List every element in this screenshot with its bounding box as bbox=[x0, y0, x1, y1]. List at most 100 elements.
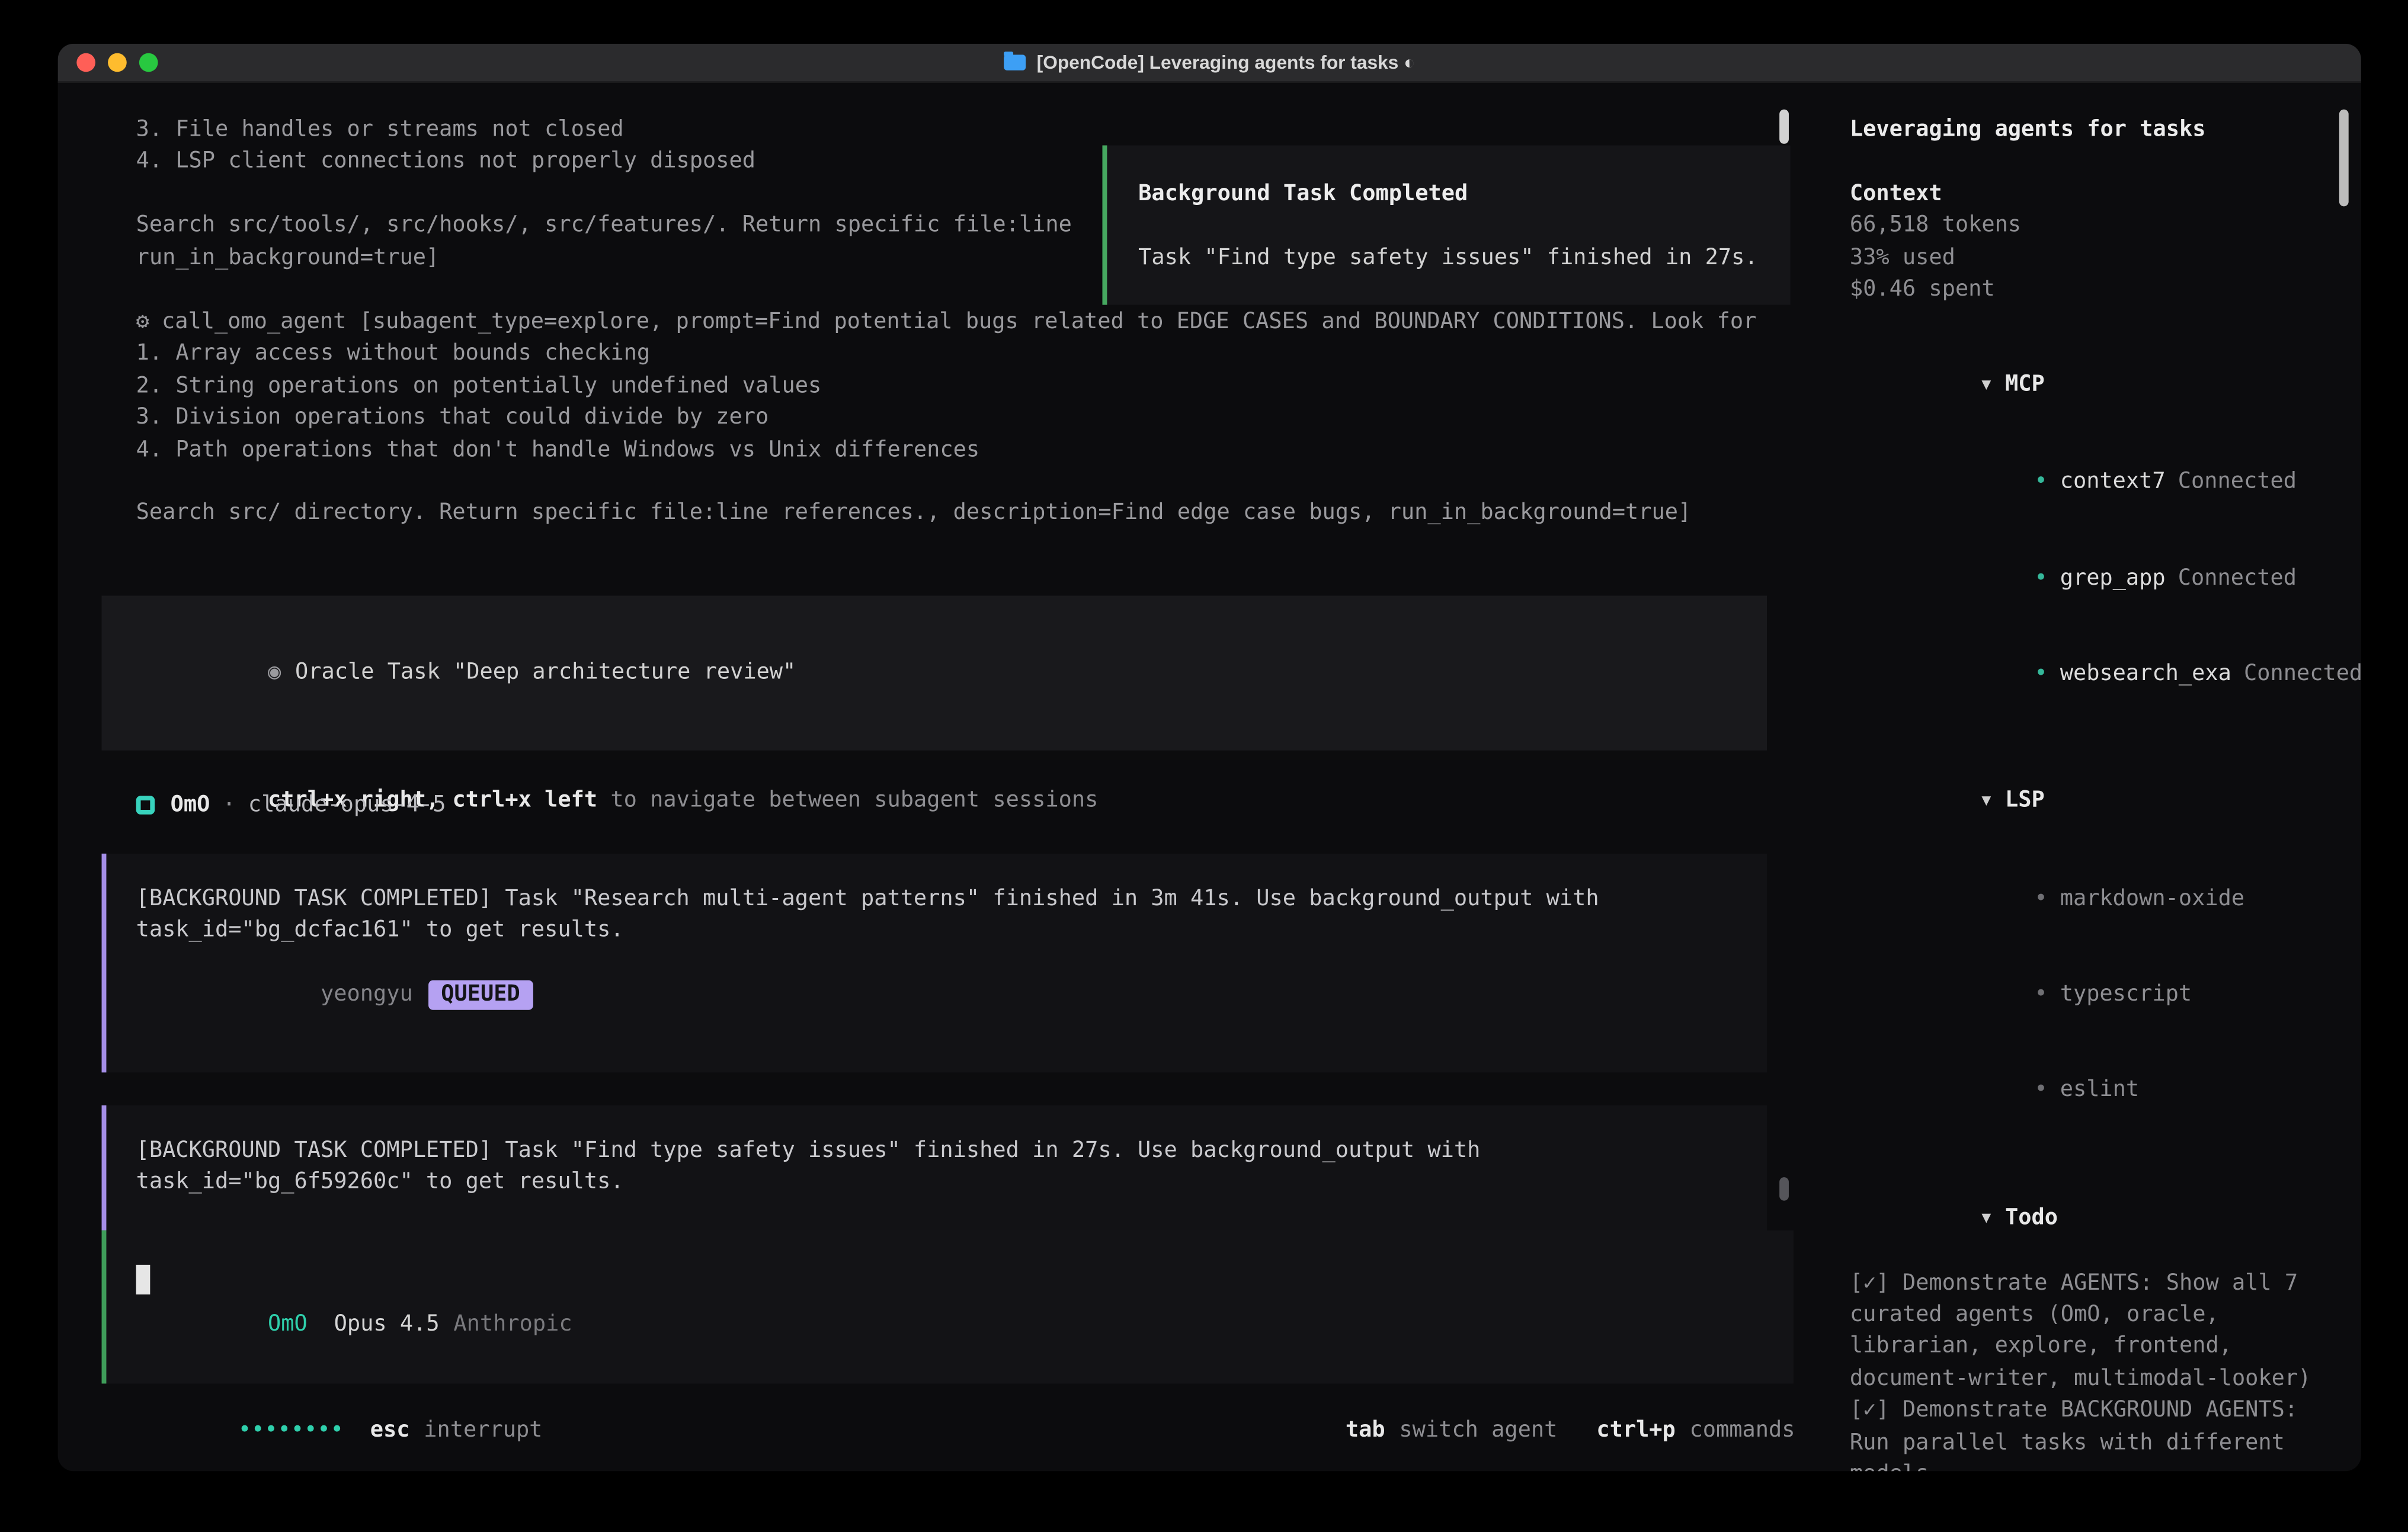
window-title-text: [OpenCode] Leveraging agents for tasks ◐ bbox=[1037, 52, 1416, 73]
tab-key: tab bbox=[1346, 1418, 1385, 1443]
toast-body: Task "Find type safety issues" finished … bbox=[1138, 242, 1790, 274]
todo-line: Run parallel tasks with different bbox=[1850, 1427, 2344, 1459]
mcp-name: context7 bbox=[2060, 470, 2166, 495]
transcript-line: 4. Path operations that don't handle Win… bbox=[136, 434, 1757, 466]
bullet-icon: • bbox=[2034, 982, 2047, 1007]
spinner-icon: •••••••• bbox=[238, 1418, 344, 1443]
main-scrollbar-thumb-secondary[interactable] bbox=[1779, 1177, 1789, 1201]
agent-header: OmO · claude-opus-4-5 bbox=[136, 790, 446, 822]
input-model: Opus 4.5 bbox=[334, 1312, 440, 1337]
message-meta: yeongyu QUEUED bbox=[136, 947, 1767, 1043]
todo-section-header[interactable]: ▼ Todo bbox=[1850, 1170, 2344, 1267]
todo-line: librarian, explore, frontend, bbox=[1850, 1331, 2344, 1363]
input-provider: Anthropic bbox=[453, 1312, 572, 1337]
mcp-section-header[interactable]: ▼MCP bbox=[1850, 338, 2344, 435]
todo-list: [✓] Demonstrate AGENTS: Show all 7curate… bbox=[1850, 1267, 2344, 1471]
sidebar-spacer bbox=[1850, 306, 2344, 338]
transcript-line: 3. Division operations that could divide… bbox=[136, 402, 1757, 434]
transcript-line bbox=[136, 466, 1757, 498]
lsp-list: • markdown-oxide • typescript • eslint bbox=[1850, 851, 2344, 1138]
esc-label: interrupt bbox=[424, 1418, 542, 1443]
lsp-item: • eslint bbox=[1850, 1042, 2344, 1138]
todo-heading: Todo bbox=[2005, 1205, 2058, 1230]
collapse-triangle-icon: ▼ bbox=[1981, 1210, 1991, 1227]
todo-line: [✓] Demonstrate AGENTS: Show all 7 bbox=[1850, 1267, 2344, 1299]
tab-label: switch agent bbox=[1399, 1418, 1557, 1443]
mcp-list: • context7 Connected • grep_app Connected • w… bbox=[1850, 435, 2344, 722]
toast-title: Background Task Completed bbox=[1138, 178, 1790, 210]
minimize-button[interactable] bbox=[108, 53, 127, 72]
session-title: Leveraging agents for tasks bbox=[1850, 114, 2344, 146]
lsp-name: markdown-oxide bbox=[2060, 886, 2244, 911]
mcp-item: • grep_app Connected bbox=[1850, 530, 2344, 626]
oracle-spacer bbox=[136, 721, 1767, 753]
agent-icon bbox=[136, 796, 155, 815]
close-button[interactable] bbox=[76, 53, 95, 72]
background-task-toast[interactable]: Background Task Completed Task "Find typ… bbox=[1102, 145, 1790, 305]
transcript-line: 4. LSP client connections not properly d… bbox=[136, 146, 1072, 178]
message-author: yeongyu bbox=[321, 982, 413, 1007]
todo-line: [✓] Demonstrate BACKGROUND AGENTS: bbox=[1850, 1395, 2344, 1427]
lsp-item: • markdown-oxide bbox=[1850, 851, 2344, 947]
context-stat: $0.46 spent bbox=[1850, 274, 2344, 306]
bullet-icon: • bbox=[2034, 886, 2047, 911]
toast-spacer bbox=[1138, 210, 1790, 242]
gear-icon: ⚙ bbox=[136, 310, 149, 335]
mcp-status: Connected bbox=[2178, 565, 2297, 590]
oracle-task-title: Oracle Task "Deep architecture review" bbox=[295, 661, 796, 685]
lsp-name: typescript bbox=[2060, 982, 2192, 1007]
separator-dot: · bbox=[223, 793, 236, 818]
lsp-item: • typescript bbox=[1850, 947, 2344, 1043]
prompt-input[interactable]: OmOOpus 4.5Anthropic bbox=[102, 1230, 1794, 1384]
agent-name: OmO bbox=[171, 793, 210, 818]
context-stat: 33% used bbox=[1850, 242, 2344, 274]
transcript-line: 3. File handles or streams not closed bbox=[136, 114, 1072, 146]
queued-badge: QUEUED bbox=[428, 980, 533, 1010]
mcp-item: •websearch_exaConnected bbox=[1850, 626, 2344, 722]
sidebar-spacer bbox=[1850, 1138, 2344, 1170]
transcript-line bbox=[136, 178, 1072, 210]
sidebar: Leveraging agents for tasks Context 66,5… bbox=[1850, 114, 2344, 1472]
ctrl-p-label: commands bbox=[1690, 1418, 1795, 1443]
sidebar-spacer bbox=[1850, 146, 2344, 178]
context-stat: 66,518 tokens bbox=[1850, 210, 2344, 242]
message-line-2: task_id="bg_6f59260c" to get results. bbox=[136, 1167, 1767, 1199]
bullet-icon: • bbox=[2034, 1078, 2047, 1102]
lsp-name: eslint bbox=[2060, 1078, 2139, 1102]
transcript-block-top: 3. File handles or streams not closed4. … bbox=[136, 114, 1072, 274]
mcp-status: Connected bbox=[2178, 470, 2297, 495]
call-agent-text: call_omo_agent [subagent_type=explore, p… bbox=[162, 310, 1756, 335]
call-agent-detail: 1. Array access without bounds checking2… bbox=[136, 338, 1757, 530]
mcp-name: websearch_exa bbox=[2060, 661, 2231, 686]
message-line-1: [BACKGROUND TASK COMPLETED] Task "Find t… bbox=[136, 1135, 1767, 1167]
titlebar[interactable]: [OpenCode] Leveraging agents for tasks ◐ bbox=[58, 44, 2361, 83]
background-task-message: [BACKGROUND TASK COMPLETED] Task "Resear… bbox=[102, 854, 1767, 1073]
mcp-name: grep_app bbox=[2060, 565, 2166, 590]
transcript-line: 2. String operations on potentially unde… bbox=[136, 370, 1757, 402]
statusbar-left: ••••••••escinterrupt bbox=[106, 1393, 542, 1468]
transcript-line: run_in_background=true] bbox=[136, 242, 1072, 274]
transcript-block-call: ⚙ call_omo_agent [subagent_type=explore, … bbox=[136, 306, 1757, 530]
screen: [OpenCode] Leveraging agents for tasks ◐… bbox=[0, 0, 2408, 1532]
message-line-2: task_id="bg_dcfac161" to get results. bbox=[136, 915, 1767, 947]
todo-line: document-writer, multimodal-looker) bbox=[1850, 1363, 2344, 1395]
oracle-title-line: ◉Oracle Task "Deep architecture review" bbox=[136, 626, 1767, 722]
context-heading: Context bbox=[1850, 178, 2344, 210]
lsp-section-header[interactable]: ▼LSP bbox=[1850, 754, 2344, 851]
terminal-window: [OpenCode] Leveraging agents for tasks ◐… bbox=[58, 44, 2361, 1471]
bullet-icon: • bbox=[2034, 565, 2047, 590]
collapse-triangle-icon: ▼ bbox=[1981, 377, 1991, 395]
navigation-hint: to navigate between subagent sessions bbox=[597, 788, 1098, 813]
bullet-icon: • bbox=[2034, 661, 2047, 686]
input-meta: OmOOpus 4.5Anthropic bbox=[136, 1287, 572, 1362]
zoom-button[interactable] bbox=[139, 53, 158, 72]
collapse-triangle-icon: ▼ bbox=[1981, 793, 1991, 810]
statusbar-right: tabswitch agentctrl+pcommands bbox=[1213, 1393, 1795, 1468]
agent-model: claude-opus-4-5 bbox=[248, 793, 446, 818]
sidebar-spacer bbox=[1850, 722, 2344, 754]
traffic-lights bbox=[76, 44, 158, 81]
statusbar: ••••••••escinterrupt tabswitch agentctrl… bbox=[106, 1393, 1795, 1468]
mcp-item: •context7Connected bbox=[1850, 435, 2344, 531]
transcript-line: 1. Array access without bounds checking bbox=[136, 338, 1757, 370]
main-scrollbar-thumb[interactable] bbox=[1779, 110, 1789, 144]
